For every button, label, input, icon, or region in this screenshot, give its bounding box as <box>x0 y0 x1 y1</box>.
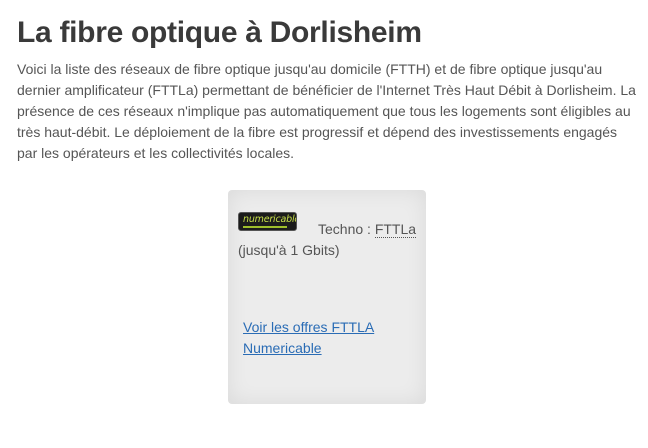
page-title: La fibre optique à Dorlisheim <box>17 16 422 49</box>
techno-info: Techno : FTTLa (jusqu'à 1 Gbits) <box>238 219 418 261</box>
page: La fibre optique à Dorlisheim Voici la l… <box>0 0 648 448</box>
techno-value: FTTLa <box>374 221 417 238</box>
network-card: numericable Techno : FTTLa (jusqu'à 1 Gb… <box>228 190 426 404</box>
intro-paragraph: Voici la liste des réseaux de fibre opti… <box>17 61 636 161</box>
techno-label: Techno : <box>318 221 375 237</box>
offers-link[interactable]: Voir les offres FTTLA Numericable <box>243 317 413 359</box>
techno-detail: (jusqu'à 1 Gbits) <box>238 242 340 258</box>
